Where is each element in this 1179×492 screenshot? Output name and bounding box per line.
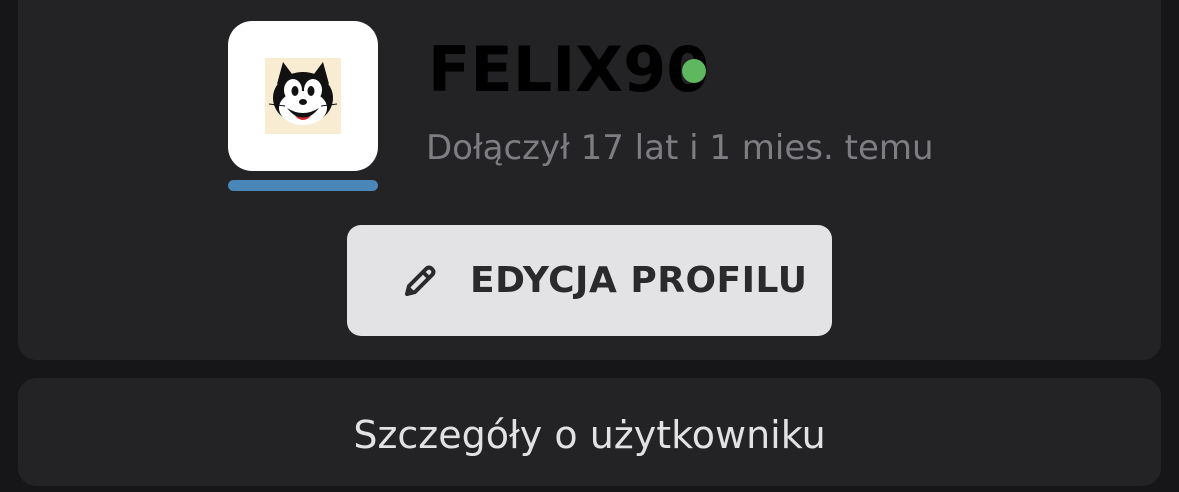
user-details-button[interactable]: Szczegóły o użytkowniku [18,378,1161,486]
edit-profile-label: EDYCJA PROFILU [470,260,808,301]
username: FELIX90 [428,33,710,106]
user-details-label: Szczegóły o użytkowniku [353,413,826,457]
pencil-icon [399,260,441,302]
avatar[interactable] [228,21,378,171]
online-status-dot [682,59,706,83]
joined-date: Dołączył 17 lat i 1 mies. temu [426,128,934,168]
avatar-progress-bar [228,180,378,191]
edit-profile-button[interactable]: EDYCJA PROFILU [347,225,832,336]
felix-cat-avatar-icon [265,58,341,134]
